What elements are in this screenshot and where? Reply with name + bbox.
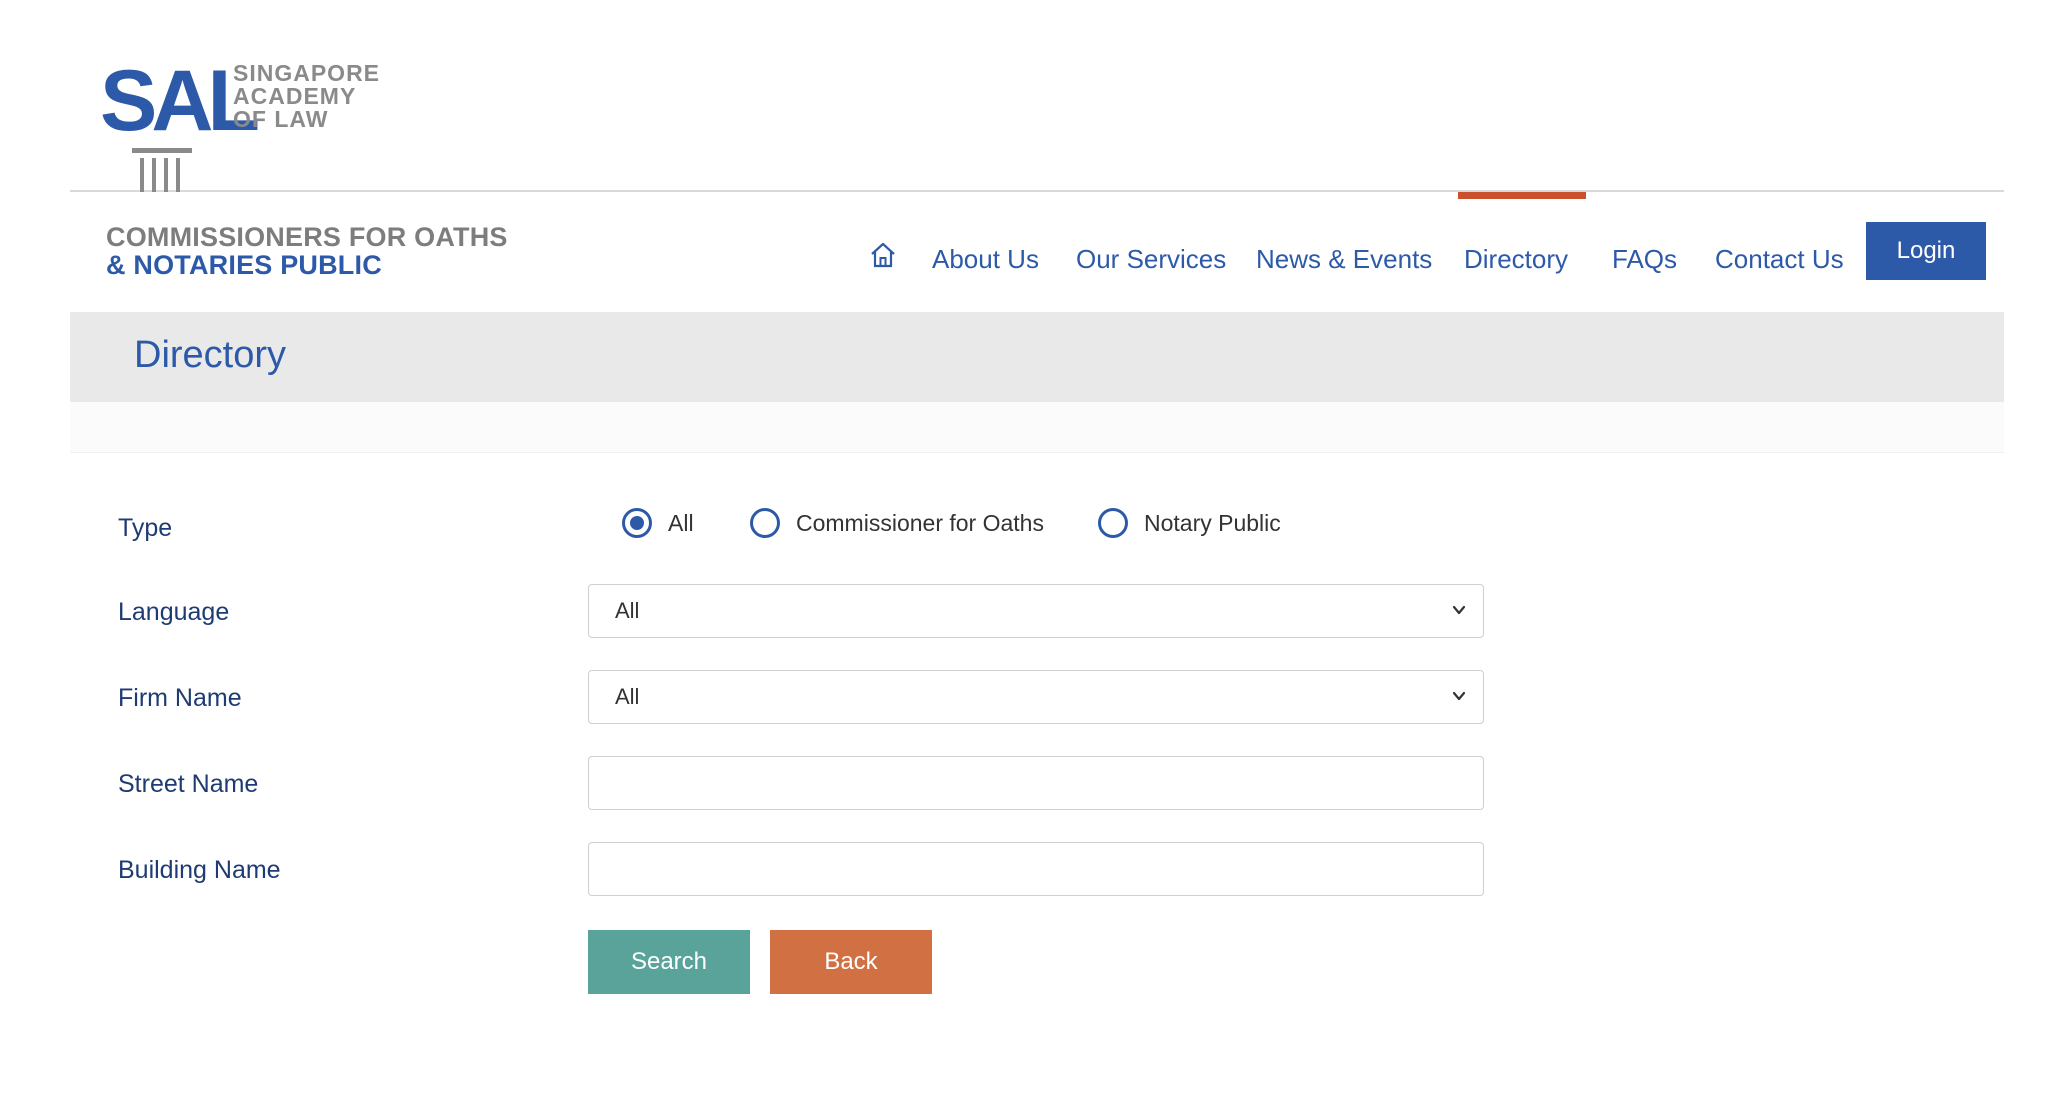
logo-line-3: OF LAW <box>233 106 329 132</box>
street-name-input[interactable] <box>588 756 1484 810</box>
language-select[interactable]: All <box>588 584 1484 638</box>
radio-commissioner-label: Commissioner for Oaths <box>796 509 1044 536</box>
login-button[interactable]: Login <box>1866 222 1986 280</box>
nav-faqs[interactable]: FAQs <box>1612 244 1677 275</box>
street-name-label: Street Name <box>118 770 259 798</box>
nav-active-indicator <box>1458 192 1586 199</box>
logo-line-2: ACADEMY <box>233 83 357 109</box>
type-radio-commissioner[interactable]: Commissioner for Oaths <box>750 508 1044 538</box>
search-button[interactable]: Search <box>588 930 750 994</box>
firm-name-label: Firm Name <box>118 684 242 712</box>
nav-about-us[interactable]: About Us <box>932 244 1039 275</box>
back-button[interactable]: Back <box>770 930 932 994</box>
sal-logo-letters: SAL <box>100 53 260 149</box>
sal-logo-text: SINGAPORE ACADEMY OF LAW <box>233 62 380 131</box>
chevron-down-icon <box>1452 605 1466 615</box>
radio-notary-circle[interactable] <box>1098 508 1128 538</box>
language-label: Language <box>118 598 230 626</box>
firm-name-select-value: All <box>615 684 640 709</box>
pillars-icon <box>132 148 192 192</box>
page-title-band: Directory <box>70 312 2004 402</box>
radio-notary-label: Notary Public <box>1144 509 1281 536</box>
radio-all-circle[interactable] <box>622 508 652 538</box>
type-radio-all[interactable]: All <box>622 508 694 538</box>
language-select-value: All <box>615 598 640 623</box>
radio-commissioner-circle[interactable] <box>750 508 780 538</box>
home-icon[interactable] <box>868 240 898 270</box>
title-band-spacer <box>70 402 2004 453</box>
logo-bar: SAL SINGAPORE ACADEMY OF LAW <box>70 40 2004 192</box>
building-name-input[interactable] <box>588 842 1484 896</box>
main-nav: COMMISSIONERS FOR OATHS & NOTARIES PUBLI… <box>70 192 2004 310</box>
brand-title-line-2[interactable]: & NOTARIES PUBLIC <box>106 250 382 281</box>
chevron-down-icon <box>1452 691 1466 701</box>
sal-logo[interactable]: SAL <box>100 58 260 192</box>
type-radio-notary[interactable]: Notary Public <box>1098 508 1281 538</box>
nav-news-events[interactable]: News & Events <box>1256 244 1432 275</box>
brand-title-line-1[interactable]: COMMISSIONERS FOR OATHS <box>106 222 508 253</box>
firm-name-select[interactable]: All <box>588 670 1484 724</box>
nav-directory[interactable]: Directory <box>1464 244 1568 275</box>
type-label: Type <box>118 514 173 542</box>
nav-contact-us[interactable]: Contact Us <box>1715 244 1844 275</box>
radio-all-label: All <box>668 509 694 536</box>
page-title: Directory <box>134 334 287 376</box>
nav-our-services[interactable]: Our Services <box>1076 244 1226 275</box>
building-name-label: Building Name <box>118 856 281 884</box>
page: SAL SINGAPORE ACADEMY OF LAW COMMISSIONE… <box>70 40 2004 1080</box>
logo-line-1: SINGAPORE <box>233 60 381 86</box>
